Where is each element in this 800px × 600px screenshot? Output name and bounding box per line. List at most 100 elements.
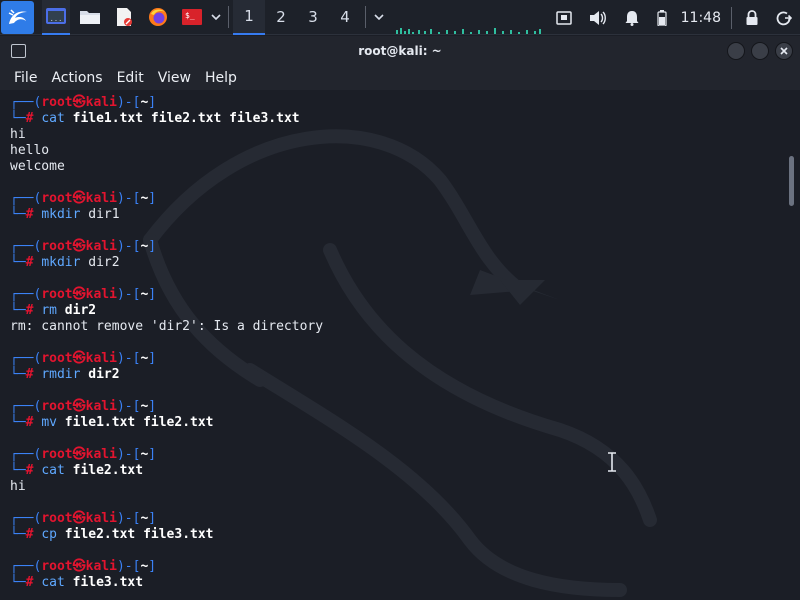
command-name: rm: [41, 303, 57, 318]
command-line: └─# cp file2.txt file3.txt: [10, 527, 323, 543]
prompt-header: ┌──(root㉿kali)-[~]: [10, 95, 323, 111]
network-icon: [555, 10, 572, 25]
output-line: rm: cannot remove 'dir2': Is a directory: [10, 319, 324, 334]
menu-actions[interactable]: Actions: [44, 70, 109, 86]
command-name: mkdir: [41, 207, 81, 222]
terminal-emulator-launcher[interactable]: $_: [178, 0, 206, 35]
prompt-frame: ┌──(: [10, 95, 42, 110]
prompt-separator-icon: ㉿: [72, 351, 86, 366]
command-args: dir2: [88, 255, 120, 270]
clock[interactable]: 11:48: [675, 10, 727, 26]
terminal-launcher[interactable]: ...: [42, 0, 70, 35]
volume-button[interactable]: [581, 0, 615, 35]
prompt-host: kali: [85, 191, 117, 206]
output-line: hi: [10, 479, 26, 494]
prompt-host: kali: [85, 559, 117, 574]
prompt-user: root: [41, 511, 73, 526]
menu-edit[interactable]: Edit: [110, 70, 151, 86]
prompt-header: ┌──(root㉿kali)-[~]: [10, 287, 323, 303]
command-args: file1.txt file2.txt file3.txt: [72, 111, 300, 126]
command-args: dir2: [88, 367, 120, 382]
battery-indicator[interactable]: [649, 0, 675, 35]
notifications-button[interactable]: [615, 0, 649, 35]
prompt-host: kali: [85, 511, 117, 526]
svg-text:...: ...: [50, 15, 63, 23]
kali-menu-button[interactable]: [1, 0, 34, 34]
prompt-header: ┌──(root㉿kali)-[~]: [10, 559, 323, 575]
command-line: └─# cat file2.txt: [10, 463, 323, 479]
minimize-button[interactable]: [727, 42, 745, 60]
panel-separator: [365, 6, 366, 28]
prompt-separator-icon: ㉿: [72, 511, 86, 526]
prompt-frame: ┌──(: [10, 399, 42, 414]
prompt-user: root: [41, 95, 73, 110]
workspace-1[interactable]: 1: [233, 0, 265, 35]
prompt-frame: )-[: [116, 351, 141, 366]
window-list-dropdown[interactable]: [370, 0, 388, 35]
prompt-header: ┌──(root㉿kali)-[~]: [10, 399, 323, 415]
command-line: └─# mkdir dir1: [10, 207, 323, 223]
prompt-separator-icon: ㉿: [72, 559, 86, 574]
prompt-header: ┌──(root㉿kali)-[~]: [10, 239, 323, 255]
command-line: └─# rm dir2: [10, 303, 323, 319]
file-manager-launcher[interactable]: [76, 0, 104, 35]
prompt-frame: └─: [10, 367, 26, 382]
maximize-button[interactable]: [751, 42, 769, 60]
command-line: └─# cat file1.txt file2.txt file3.txt: [10, 111, 323, 127]
prompt-frame: └─: [10, 255, 26, 270]
prompt-frame: )-[: [116, 287, 141, 302]
prompt-frame: └─: [10, 575, 26, 590]
prompt-frame: ┌──(: [10, 287, 42, 302]
logout-button[interactable]: [768, 0, 800, 35]
window-titlebar[interactable]: root@kali: ~: [0, 36, 800, 66]
terminal-area[interactable]: ┌──(root㉿kali)-[~] └─# cat file1.txt file…: [0, 90, 800, 600]
command-name: cat: [41, 463, 65, 478]
command-name: cp: [41, 527, 57, 542]
command-args: dir2: [64, 303, 97, 318]
prompt-frame: └─: [10, 207, 26, 222]
terminal-scrollbar[interactable]: [789, 156, 794, 206]
prompt-frame: ]: [148, 351, 157, 366]
firefox-launcher[interactable]: [144, 0, 172, 35]
launcher-dropdown[interactable]: [208, 0, 224, 35]
panel-separator: [228, 6, 229, 28]
prompt-header: ┌──(root㉿kali)-[~]: [10, 447, 323, 463]
prompt-frame: )-[: [116, 239, 141, 254]
prompt-frame: ]: [148, 559, 157, 574]
window-title: root@kali: ~: [358, 44, 442, 58]
output-line: hello: [10, 143, 50, 158]
prompt-frame: ┌──(: [10, 239, 42, 254]
cpu-graph: [396, 28, 541, 34]
prompt-user: root: [41, 559, 73, 574]
output-line: welcome: [10, 159, 65, 174]
terminal-output: ┌──(root㉿kali)-[~] └─# cat file1.txt file…: [10, 95, 323, 591]
workspace-2[interactable]: 2: [265, 0, 297, 35]
menu-file[interactable]: File: [0, 70, 44, 86]
menu-view[interactable]: View: [151, 70, 198, 86]
command-name: rmdir: [41, 367, 81, 382]
prompt-host: kali: [85, 239, 117, 254]
prompt-user: root: [41, 239, 73, 254]
chevron-down-icon: [211, 14, 221, 20]
network-button[interactable]: [547, 0, 581, 35]
prompt-header: ┌──(root㉿kali)-[~]: [10, 191, 323, 207]
prompt-frame: ]: [148, 447, 157, 462]
text-editor-launcher[interactable]: [110, 0, 138, 35]
workspace-4[interactable]: 4: [329, 0, 361, 35]
command-name: mv: [41, 415, 57, 430]
panel-separator: [731, 6, 732, 29]
menu-bar: File Actions Edit View Help: [0, 66, 800, 90]
menu-help[interactable]: Help: [198, 70, 244, 86]
prompt-separator-icon: ㉿: [72, 95, 86, 110]
prompt-separator-icon: ㉿: [72, 447, 86, 462]
text-editor-icon: [117, 8, 132, 26]
svg-text:$_: $_: [185, 11, 195, 20]
workspace-3[interactable]: 3: [297, 0, 329, 35]
close-button[interactable]: [775, 42, 793, 60]
text-cursor-icon: [608, 452, 616, 472]
prompt-host: kali: [85, 95, 117, 110]
lock-screen-button[interactable]: [736, 0, 768, 35]
terminal-icon: ...: [46, 8, 66, 24]
